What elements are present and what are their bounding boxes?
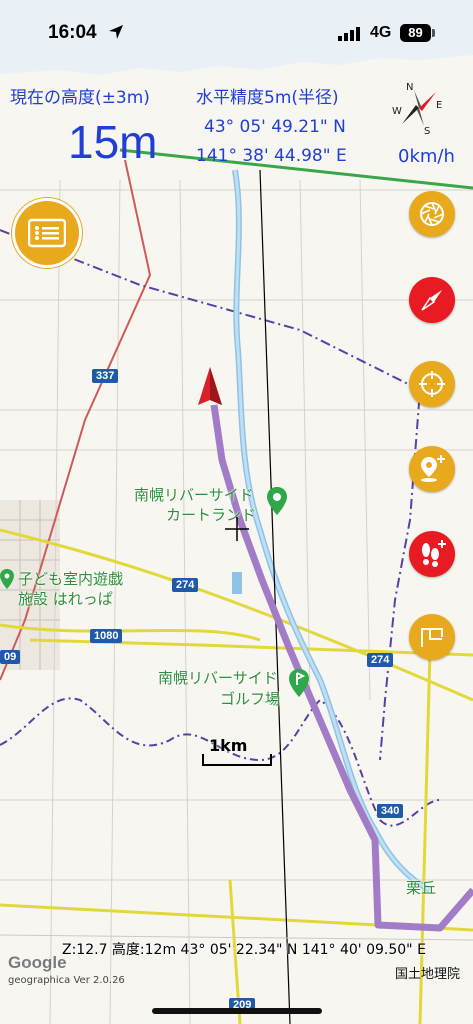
poi-label: 施設 はれっぱ <box>18 590 113 608</box>
poi-label: 子ども室内遊戯 <box>18 570 124 588</box>
battery-icon: 89 <box>400 24 431 42</box>
latitude-value: 43° 05' 49.21" N <box>204 117 346 137</box>
speed-value: 0km/h <box>398 146 455 167</box>
map-pin-icon[interactable] <box>0 568 14 590</box>
altitude-value: 15m <box>68 116 158 168</box>
battery-tip <box>432 29 435 37</box>
road-number: 337 <box>92 369 119 383</box>
target-icon <box>419 371 445 397</box>
poi-label: ゴルフ場 <box>220 690 281 708</box>
accuracy-label: 水平精度5m(半径) <box>196 88 339 108</box>
compass-e: E <box>436 100 442 111</box>
poi-label: 栗丘 <box>406 879 437 897</box>
road-number: 340 <box>377 804 404 818</box>
compass-rose-icon[interactable]: N W E S <box>392 78 446 138</box>
google-logo: Google <box>8 953 67 972</box>
location-arrow-icon <box>109 25 123 39</box>
scale-bar <box>202 754 272 766</box>
network-type: 4G <box>370 24 392 41</box>
target-button[interactable] <box>409 361 455 407</box>
status-bar: 16:04 4G 89 <box>0 0 473 70</box>
bottom-coordinates: Z:12.7 高度:12m 43° 05' 22.34" N 141° 40' … <box>62 942 426 958</box>
compass-w: W <box>392 106 402 117</box>
attribution-label[interactable]: 国土地理院 <box>395 963 460 982</box>
signal-icon <box>338 27 360 41</box>
compass-button[interactable] <box>409 277 455 323</box>
road-number: 274 <box>367 653 394 667</box>
poi-label: 南幌リバーサイド <box>134 486 254 504</box>
menu-icon <box>28 218 66 248</box>
compass-n: N <box>406 82 413 93</box>
longitude-value: 141° 38' 44.98" E <box>196 146 347 166</box>
altitude-label: 現在の高度(±3m) <box>10 88 150 108</box>
add-pin-icon <box>421 455 445 482</box>
add-footprint-button[interactable] <box>409 531 455 577</box>
aperture-icon <box>420 202 444 226</box>
layers-button[interactable] <box>409 191 455 237</box>
crosshair-icon <box>225 517 249 541</box>
add-footprint-icon <box>422 540 446 567</box>
version-label: geographica Ver 2.0.26 <box>8 975 125 986</box>
add-pin-button[interactable] <box>409 446 455 492</box>
poi-label: 南幌リバーサイド <box>158 669 278 687</box>
flag-icon <box>421 628 443 647</box>
road-number: 09 <box>0 650 21 664</box>
status-time: 16:04 <box>48 22 97 43</box>
road-number: 274 <box>172 578 199 592</box>
compass-s: S <box>424 126 430 137</box>
menu-button[interactable] <box>15 201 79 265</box>
flag-button[interactable] <box>409 614 455 660</box>
road-number: 1080 <box>90 629 123 643</box>
scale-label: 1km <box>209 736 248 755</box>
golf-pin-icon[interactable] <box>288 668 310 698</box>
map-pin-icon[interactable] <box>266 486 288 516</box>
home-indicator[interactable] <box>152 1008 322 1014</box>
compass-icon <box>421 290 442 311</box>
